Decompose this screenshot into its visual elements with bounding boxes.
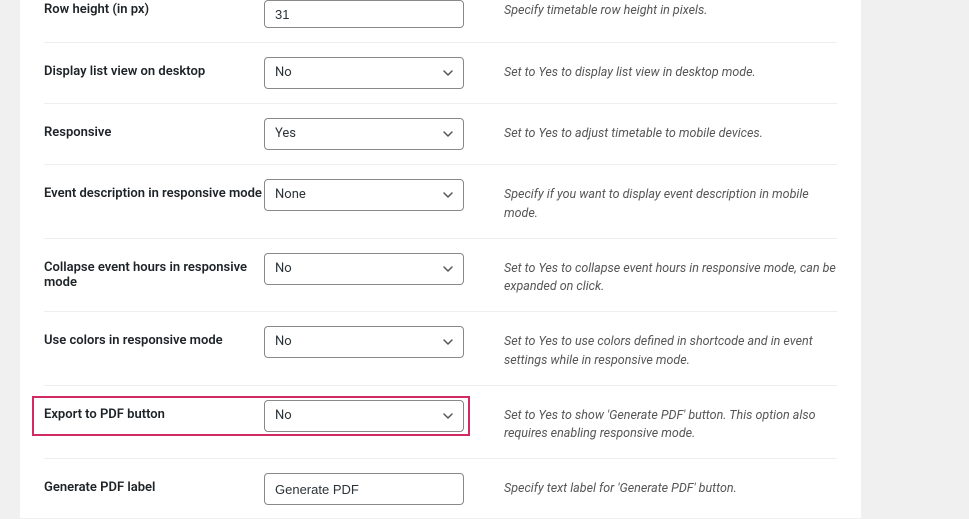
row-height-input[interactable] xyxy=(264,0,464,28)
setting-desc: Specify text label for 'Generate PDF' bu… xyxy=(464,473,837,499)
setting-control: Yes xyxy=(264,118,464,150)
setting-desc: Set to Yes to display list view in deskt… xyxy=(464,57,837,83)
setting-label: Row height (in px) xyxy=(44,0,264,17)
setting-desc: Set to Yes to collapse event hours in re… xyxy=(464,253,837,298)
setting-row-event-desc-responsive: Event description in responsive mode Non… xyxy=(44,165,837,239)
setting-label: Generate PDF label xyxy=(44,473,264,495)
setting-label: Display list view on desktop xyxy=(44,57,264,79)
setting-control: No xyxy=(264,326,464,358)
setting-control xyxy=(264,473,464,505)
export-pdf-select[interactable]: No xyxy=(264,400,464,432)
setting-label: Export to PDF button xyxy=(44,400,264,432)
setting-row-export-pdf: Export to PDF button No Set to Yes to sh… xyxy=(44,386,837,460)
display-list-desktop-select[interactable]: No xyxy=(264,57,464,89)
setting-row-row-height: Row height (in px) Specify timetable row… xyxy=(44,0,837,43)
setting-row-collapse-event-hours: Collapse event hours in responsive mode … xyxy=(44,239,837,313)
setting-label: Use colors in responsive mode xyxy=(44,326,264,348)
setting-row-generate-pdf-label: Generate PDF label Specify text label fo… xyxy=(44,459,837,519)
setting-row-responsive: Responsive Yes Set to Yes to adjust time… xyxy=(44,104,837,165)
setting-row-display-list-desktop: Display list view on desktop No Set to Y… xyxy=(44,43,837,104)
setting-desc: Set to Yes to use colors defined in shor… xyxy=(464,326,837,371)
export-pdf-highlight: Export to PDF button No xyxy=(44,400,464,432)
settings-panel: Row height (in px) Specify timetable row… xyxy=(20,0,861,518)
event-desc-responsive-select[interactable]: None xyxy=(264,179,464,211)
setting-control xyxy=(264,0,464,28)
setting-label: Event description in responsive mode xyxy=(44,179,264,201)
responsive-select[interactable]: Yes xyxy=(264,118,464,150)
setting-control: No xyxy=(264,253,464,285)
setting-control: No xyxy=(264,400,464,432)
setting-row-use-colors-responsive: Use colors in responsive mode No Set to … xyxy=(44,312,837,386)
setting-desc: Set to Yes to show 'Generate PDF' button… xyxy=(464,400,837,445)
setting-label: Collapse event hours in responsive mode xyxy=(44,253,264,290)
collapse-event-hours-select[interactable]: No xyxy=(264,253,464,285)
setting-control: None xyxy=(264,179,464,211)
setting-control: No xyxy=(264,57,464,89)
setting-desc: Specify if you want to display event des… xyxy=(464,179,837,224)
setting-desc: Specify timetable row height in pixels. xyxy=(464,0,837,21)
generate-pdf-label-input[interactable] xyxy=(264,473,464,505)
use-colors-responsive-select[interactable]: No xyxy=(264,326,464,358)
setting-desc: Set to Yes to adjust timetable to mobile… xyxy=(464,118,837,144)
setting-label: Responsive xyxy=(44,118,264,140)
